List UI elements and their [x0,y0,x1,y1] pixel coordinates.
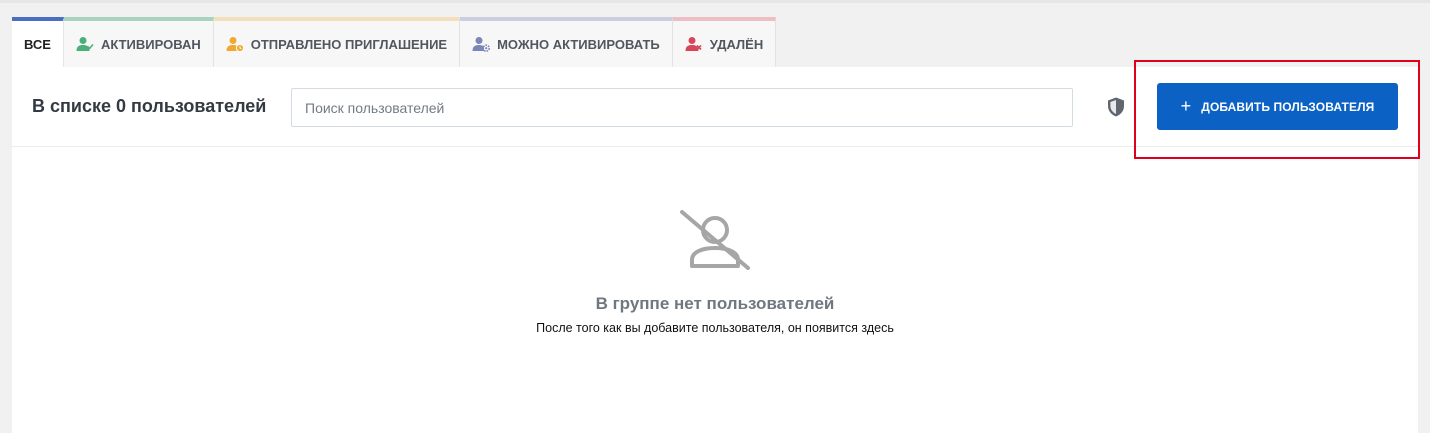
status-tabs: ВСЕ АКТИВИРОВАН ОТПРАВЛЕНО ПРИГЛАШЕНИЕ М… [12,17,777,67]
add-user-button-label: ДОБАВИТЬ ПОЛЬЗОВАТЕЛЯ [1201,99,1375,114]
users-count-title: В списке 0 пользователей [32,96,267,116]
tab-invited[interactable]: ОТПРАВЛЕНО ПРИГЛАШЕНИЕ [213,17,461,67]
plus-icon: + [1180,95,1192,116]
add-user-button[interactable]: + ДОБАВИТЬ ПОЛЬЗОВАТЕЛЯ [1157,83,1398,130]
tab-label: УДАЛЁН [709,36,764,52]
tab-label: АКТИВИРОВАН [100,36,201,52]
top-divider [0,0,1430,3]
user-gear-icon [472,36,491,52]
tab-label: ОТПРАВЛЕНО ПРИГЛАШЕНИЕ [250,36,448,52]
users-toolbar: В списке 0 пользователей + ДОБАВИТЬ ПОЛЬ… [12,67,1418,147]
user-check-icon [76,36,94,52]
empty-state-subtitle: После того как вы добавите пользователя,… [536,321,894,335]
user-slash-icon [678,208,752,270]
tab-label: ВСЕ [24,36,51,52]
tab-all[interactable]: ВСЕ [12,17,64,67]
tab-can-activate[interactable]: МОЖНО АКТИВИРОВАТЬ [460,17,673,67]
search-input[interactable] [291,88,1073,127]
user-x-icon [685,36,703,52]
tab-label: МОЖНО АКТИВИРОВАТЬ [497,36,660,52]
tab-activated[interactable]: АКТИВИРОВАН [63,17,214,67]
empty-state-title: В группе нет пользователей [595,294,835,313]
user-clock-icon [226,36,244,52]
tab-deleted[interactable]: УДАЛЁН [672,17,777,67]
shield-icon[interactable] [1105,96,1127,118]
